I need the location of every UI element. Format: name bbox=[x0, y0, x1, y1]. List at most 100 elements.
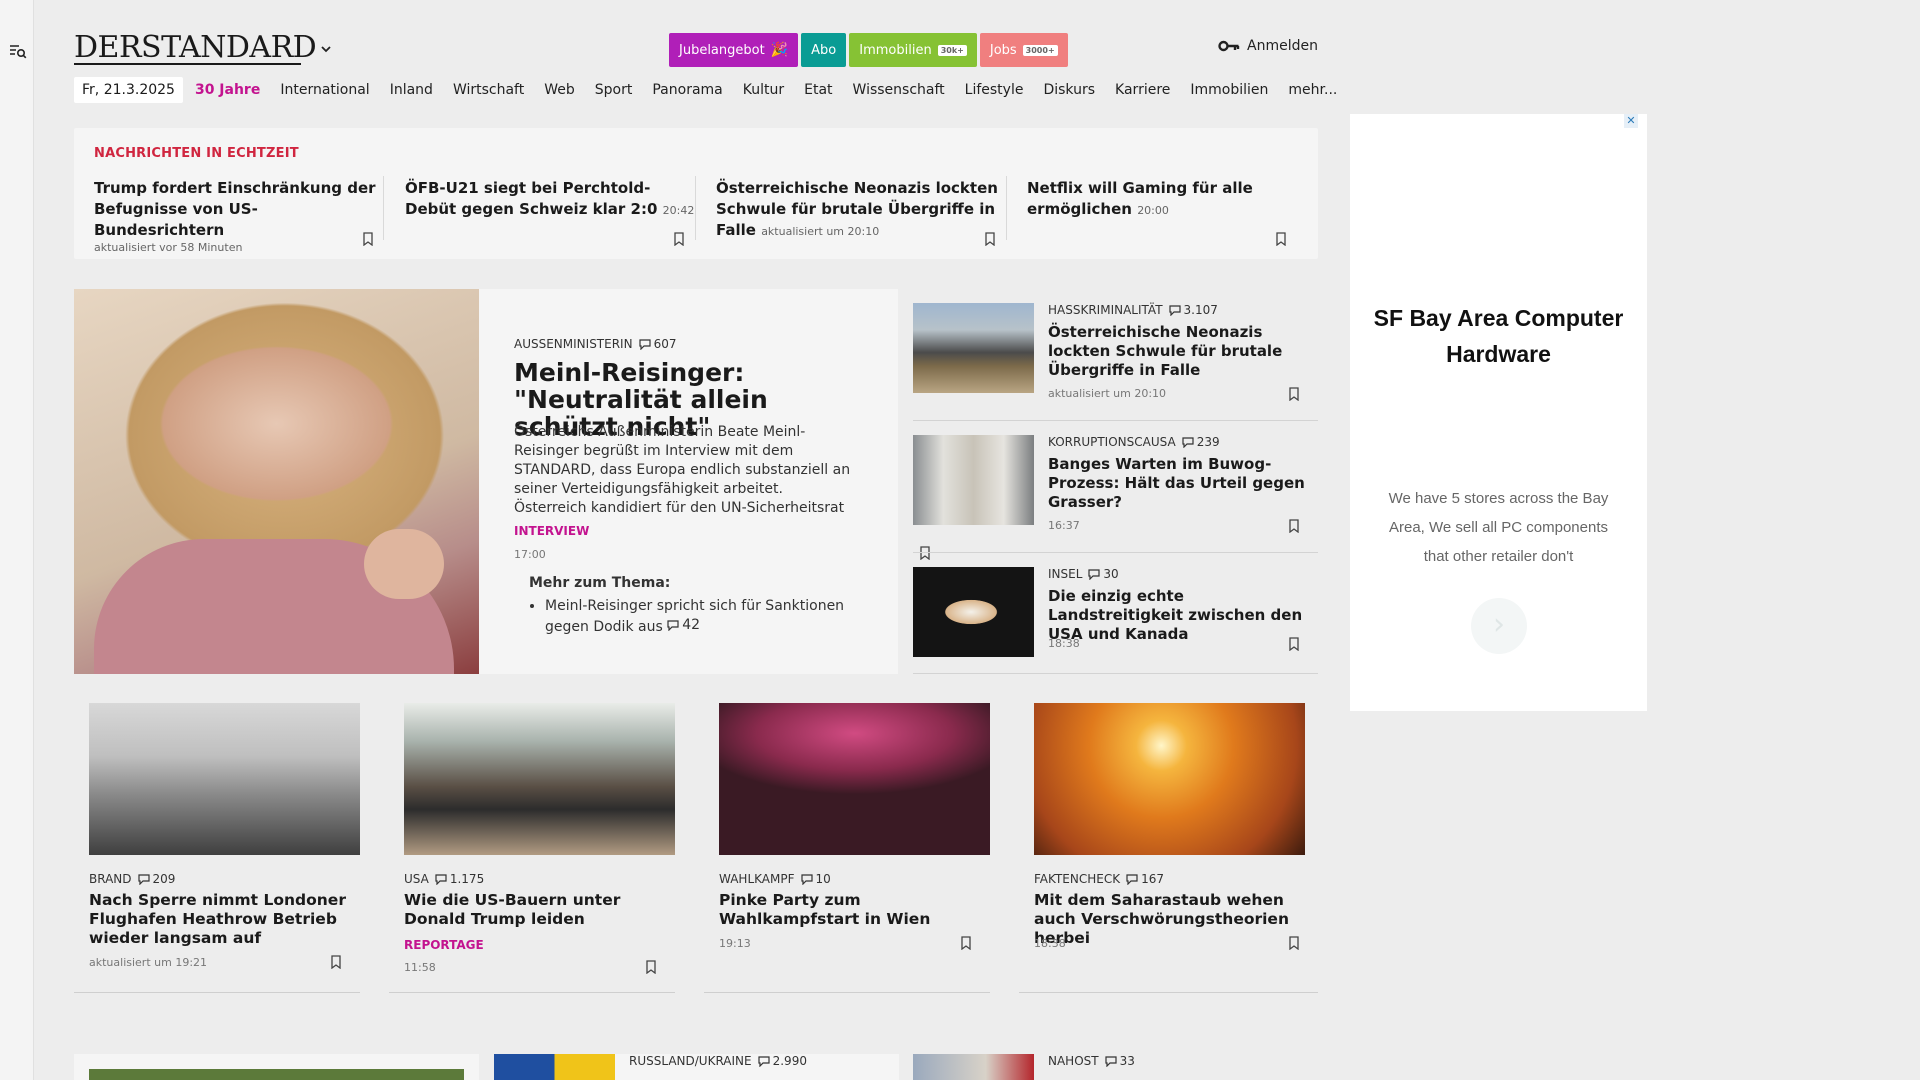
ad-title[interactable]: SF Bay Area Computer Hardware bbox=[1350, 300, 1647, 372]
bookmark-icon[interactable] bbox=[1288, 637, 1300, 651]
bottom-article-photo[interactable] bbox=[494, 1054, 615, 1080]
site-logo[interactable]: DERSTANDARD bbox=[74, 30, 317, 65]
promo-jubelangebot-button[interactable]: Jubelangebot 🎉 bbox=[669, 33, 799, 67]
menu-search-icon[interactable] bbox=[9, 42, 27, 60]
lead-article-photo[interactable] bbox=[74, 289, 479, 674]
ticker-item[interactable]: Trump fordert Einschränkung der Befugnis… bbox=[94, 178, 384, 254]
bookmark-icon[interactable] bbox=[645, 960, 657, 974]
kicker-label: FAKTENCHECK bbox=[1034, 872, 1121, 886]
article-headline[interactable]: Nach Sperre nimmt Londoner Flughafen Hea… bbox=[89, 891, 349, 948]
bookmark-icon[interactable] bbox=[960, 936, 972, 950]
ticker-item[interactable]: ÖFB-U21 siegt bei Perchtold-Debüt gegen … bbox=[405, 178, 695, 246]
comment-count[interactable]: 2.990 bbox=[758, 1054, 807, 1068]
article-kicker: RUSSLAND/UKRAINE 2.990 bbox=[629, 1054, 807, 1068]
comment-icon bbox=[800, 873, 813, 885]
article-headline[interactable]: Die einzig echte Landstreitigkeit zwisch… bbox=[1048, 587, 1313, 644]
bookmark-icon[interactable] bbox=[984, 232, 996, 246]
bottom-article[interactable]: NAHOST 33 bbox=[913, 1054, 1318, 1080]
promo-abo-button[interactable]: Abo bbox=[801, 33, 847, 67]
comment-count[interactable]: 1.175 bbox=[435, 872, 484, 886]
bookmark-icon[interactable] bbox=[330, 955, 342, 969]
nav-item-immobilien[interactable]: Immobilien bbox=[1190, 82, 1268, 98]
comment-icon bbox=[1105, 1055, 1117, 1067]
side-article[interactable]: HASSKRIMINALITÄT 3.107 Österreichische Ne… bbox=[913, 289, 1318, 421]
bottom-article-photo[interactable] bbox=[89, 1069, 464, 1080]
bookmark-icon[interactable] bbox=[673, 232, 685, 246]
bottom-article-photo[interactable] bbox=[913, 1054, 1034, 1080]
article-time: 17:00 bbox=[514, 548, 546, 561]
nav-item-etat[interactable]: Etat bbox=[804, 82, 832, 98]
nav-item-inland[interactable]: Inland bbox=[390, 82, 433, 98]
comment-count[interactable]: 30 bbox=[1088, 567, 1119, 581]
comment-count[interactable]: 42 bbox=[667, 616, 700, 635]
article-label: INTERVIEW bbox=[514, 524, 590, 538]
article-card-photo[interactable] bbox=[89, 703, 360, 855]
article-time: 19:13 bbox=[719, 937, 751, 950]
nav-item-panorama[interactable]: Panorama bbox=[652, 82, 722, 98]
bookmark-icon[interactable] bbox=[1275, 232, 1287, 246]
article-time: 16:37 bbox=[1048, 519, 1080, 532]
article-headline[interactable]: Mit dem Saharastaub wehen auch Verschwör… bbox=[1034, 891, 1294, 948]
promo-count-badge: 3000+ bbox=[1022, 44, 1058, 56]
nav-item-international[interactable]: International bbox=[280, 82, 369, 98]
bookmark-icon[interactable] bbox=[362, 232, 374, 246]
advertisement[interactable]: ✕ SF Bay Area Computer Hardware We have … bbox=[1350, 114, 1647, 711]
nav-item-wissenschaft[interactable]: Wissenschaft bbox=[853, 82, 945, 98]
related-list: Meinl-Reisinger spricht sich für Sanktio… bbox=[529, 597, 859, 637]
ticker-item[interactable]: Netflix will Gaming für alle ermöglichen… bbox=[1027, 178, 1297, 246]
bookmark-icon[interactable] bbox=[1288, 387, 1300, 401]
ad-close-icon[interactable]: ✕ bbox=[1624, 114, 1638, 128]
article-card-photo[interactable] bbox=[404, 703, 675, 855]
article-headline[interactable]: Wie die US-Bauern unter Donald Trump lei… bbox=[404, 891, 664, 929]
side-article-photo[interactable] bbox=[913, 303, 1034, 393]
nav-item-kultur[interactable]: Kultur bbox=[743, 82, 784, 98]
bookmark-icon[interactable] bbox=[1288, 519, 1300, 533]
promo-immobilien-button[interactable]: Immobilien 30k+ bbox=[849, 33, 977, 67]
login-button[interactable]: Anmelden bbox=[1218, 38, 1318, 54]
main-column: DERSTANDARD Jubelangebot 🎉 Abo Immobilien… bbox=[74, 0, 1337, 1080]
article-headline[interactable]: Pinke Party zum Wahlkampfstart in Wien bbox=[719, 891, 979, 929]
nav-item-diskurs[interactable]: Diskurs bbox=[1043, 82, 1095, 98]
nav-item-wirtschaft[interactable]: Wirtschaft bbox=[453, 82, 524, 98]
comment-count[interactable]: 239 bbox=[1182, 435, 1220, 449]
nav-item-sport[interactable]: Sport bbox=[595, 82, 633, 98]
article-card[interactable]: FAKTENCHECK 167 Mit dem Saharastaub wehen… bbox=[1019, 703, 1318, 993]
article-card[interactable]: BRAND 209 Nach Sperre nimmt Londoner Flug… bbox=[74, 703, 360, 993]
promo-jobs-button[interactable]: Jobs 3000+ bbox=[979, 33, 1068, 67]
logo-underline bbox=[74, 63, 301, 65]
comment-icon bbox=[1168, 304, 1181, 316]
comment-count[interactable]: 209 bbox=[137, 872, 175, 886]
comment-count[interactable]: 10 bbox=[800, 872, 831, 886]
bottom-article[interactable] bbox=[74, 1054, 479, 1080]
article-card-photo[interactable] bbox=[719, 703, 990, 855]
nav-item-karriere[interactable]: Karriere bbox=[1115, 82, 1170, 98]
ticker-divider bbox=[695, 176, 696, 240]
ticker-item[interactable]: Österreichische Neonazis lockten Schwule… bbox=[716, 178, 1006, 246]
article-card-photo[interactable] bbox=[1034, 703, 1305, 855]
kicker-label: BRAND bbox=[89, 872, 132, 886]
side-article[interactable]: KORRUPTIONSCAUSA 239 Banges Warten im Buw… bbox=[913, 421, 1318, 553]
comment-count[interactable]: 167 bbox=[1126, 872, 1164, 886]
side-article[interactable]: INSEL 30 Die einzig echte Landstreitigkei… bbox=[913, 553, 1318, 674]
bookmark-icon[interactable] bbox=[1288, 936, 1300, 950]
article-headline[interactable]: Banges Warten im Buwog-Prozess: Hält das… bbox=[1048, 455, 1313, 512]
article-card[interactable]: WAHLKAMPF 10 Pinke Party zum Wahlkampfsta… bbox=[704, 703, 990, 993]
lead-article[interactable]: AUSSENMINISTERIN 607 Meinl-Reisinger: "N… bbox=[74, 289, 930, 674]
comment-count[interactable]: 33 bbox=[1105, 1054, 1135, 1068]
article-headline[interactable]: Österreichische Neonazis lockten Schwule… bbox=[1048, 323, 1313, 380]
ad-arrow-button[interactable]: › bbox=[1471, 598, 1527, 654]
bottom-article[interactable]: RUSSLAND/UKRAINE 2.990 bbox=[494, 1054, 899, 1080]
side-article-photo[interactable] bbox=[913, 567, 1034, 657]
comment-count-value: 33 bbox=[1119, 1054, 1135, 1068]
chevron-down-icon[interactable] bbox=[319, 42, 333, 56]
related-item[interactable]: Meinl-Reisinger spricht sich für Sanktio… bbox=[545, 597, 859, 637]
side-article-photo[interactable] bbox=[913, 435, 1034, 525]
article-kicker: AUSSENMINISTERIN 607 bbox=[514, 337, 676, 351]
nav-item-lifestyle[interactable]: Lifestyle bbox=[965, 82, 1024, 98]
nav-item-mehr[interactable]: mehr... bbox=[1288, 82, 1337, 98]
comment-count[interactable]: 607 bbox=[638, 337, 676, 351]
nav-item-web[interactable]: Web bbox=[544, 82, 575, 98]
article-card[interactable]: USA 1.175 Wie die US-Bauern unter Donald … bbox=[389, 703, 675, 993]
comment-count[interactable]: 3.107 bbox=[1168, 303, 1218, 317]
nav-item-30-jahre[interactable]: 30 Jahre bbox=[195, 82, 260, 98]
